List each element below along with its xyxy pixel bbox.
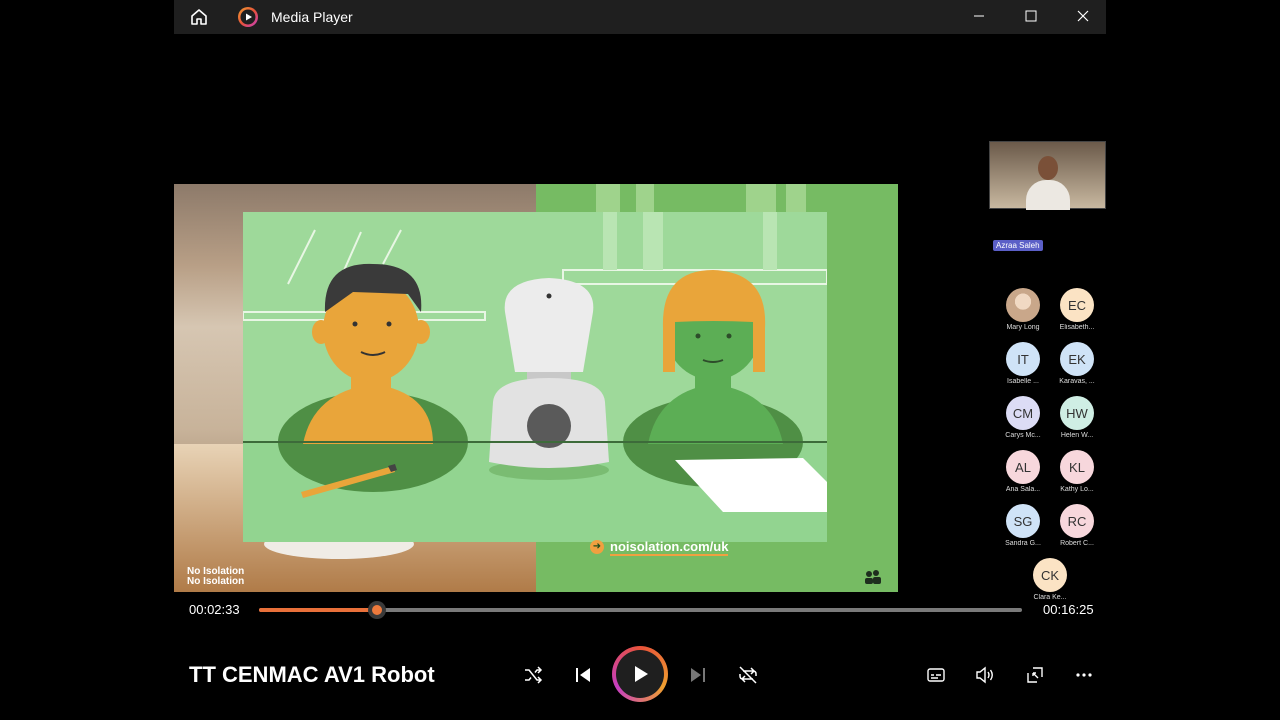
captions-button[interactable] — [920, 659, 952, 691]
media-title: TT CENMAC AV1 Robot — [189, 662, 435, 687]
duration-time: 00:16:25 — [1043, 602, 1094, 617]
participant-name: Ana Sala... — [1005, 486, 1041, 493]
previous-button[interactable] — [567, 659, 599, 691]
play-button[interactable] — [612, 646, 668, 702]
participant-item[interactable]: EK Karavas, ... — [1050, 342, 1104, 385]
next-button[interactable] — [682, 659, 714, 691]
corner-logo-icon — [864, 569, 882, 588]
presenter-name-tag: Azraa Saleh — [993, 240, 1043, 251]
seek-bar: 00:02:33 00:16:25 — [174, 594, 1106, 624]
progress-track[interactable] — [259, 601, 1022, 619]
participant-name: Karavas, ... — [1059, 378, 1095, 385]
more-icon — [1076, 673, 1092, 677]
previous-icon — [576, 668, 590, 682]
participant-name: Carys Mc... — [1005, 432, 1041, 439]
participant-item[interactable]: RC Robert C... — [1050, 504, 1104, 547]
participant-avatar: IT — [1006, 342, 1040, 376]
participant-name: Helen W... — [1060, 432, 1094, 439]
participant-name: Mary Long — [1006, 324, 1040, 331]
participant-item[interactable]: KL Kathy Lo... — [1050, 450, 1104, 493]
participant-item[interactable]: IT Isabelle ... — [996, 342, 1050, 385]
next-icon — [691, 668, 705, 682]
captions-icon — [927, 668, 945, 682]
participant-item[interactable]: SG Sandra G... — [996, 504, 1050, 547]
shuffle-button[interactable] — [517, 659, 549, 691]
participant-item[interactable]: AL Ana Sala... — [996, 450, 1050, 493]
control-bar: TT CENMAC AV1 Robot — [174, 624, 1106, 720]
video-slide: ➜ noisolation.com/uk No Isolation No Iso… — [174, 184, 898, 592]
brand-url: noisolation.com/uk — [610, 539, 729, 556]
progress-fill — [259, 608, 378, 612]
participant-name: Kathy Lo... — [1060, 486, 1094, 493]
participant-avatar: AL — [1006, 450, 1040, 484]
video-surface[interactable]: ➜ noisolation.com/uk No Isolation No Iso… — [174, 34, 1106, 601]
participants-panel: Mary Long EC Elisabeth... IT Isabelle ... EK K… — [996, 288, 1106, 632]
more-options-button[interactable] — [1068, 659, 1100, 691]
participant-name: Isabelle ... — [1007, 378, 1039, 385]
volume-button[interactable] — [969, 659, 1001, 691]
participant-item[interactable]: Mary Long — [996, 288, 1050, 331]
arrow-icon: ➜ — [590, 540, 604, 554]
participant-avatar: KL — [1060, 450, 1094, 484]
participant-avatar: SG — [1006, 504, 1040, 538]
mini-player-button[interactable] — [1019, 659, 1051, 691]
participant-avatar: HW — [1060, 396, 1094, 430]
elapsed-time: 00:02:33 — [189, 602, 240, 617]
app-title: Media Player — [271, 9, 353, 25]
media-player-window: Media Player ➜ noisolation.com/uk No Iso… — [174, 0, 1106, 720]
volume-icon — [976, 666, 993, 684]
shuffle-icon — [525, 666, 543, 684]
illustration — [243, 212, 827, 542]
play-icon — [635, 666, 648, 682]
participant-avatar: CK — [1033, 558, 1067, 592]
close-button[interactable] — [1060, 0, 1106, 32]
title-bar: Media Player — [174, 0, 1106, 34]
seek-thumb[interactable] — [368, 601, 387, 619]
participant-avatar: CM — [1006, 396, 1040, 430]
participant-avatar: RC — [1060, 504, 1094, 538]
mini-player-icon — [1027, 667, 1043, 683]
participant-item[interactable]: EC Elisabeth... — [1050, 288, 1104, 331]
participant-name: Sandra G... — [1005, 540, 1041, 547]
participant-item[interactable]: HW Helen W... — [1050, 396, 1104, 439]
repeat-off-button[interactable] — [732, 659, 764, 691]
home-icon[interactable] — [188, 6, 210, 28]
media-player-logo-icon — [237, 6, 259, 28]
participant-photo-avatar — [1006, 288, 1040, 322]
participant-item[interactable]: CM Carys Mc... — [996, 396, 1050, 439]
participant-avatar: EC — [1060, 288, 1094, 322]
maximize-button[interactable] — [1008, 0, 1054, 32]
repeat-off-icon — [739, 666, 757, 684]
participant-avatar: EK — [1060, 342, 1094, 376]
participant-name: Elisabeth... — [1059, 324, 1095, 331]
video-watermark: No Isolation No Isolation — [187, 566, 245, 587]
participant-name: Robert C... — [1060, 540, 1094, 547]
presenter-webcam — [989, 141, 1106, 210]
minimize-button[interactable] — [956, 0, 1002, 32]
